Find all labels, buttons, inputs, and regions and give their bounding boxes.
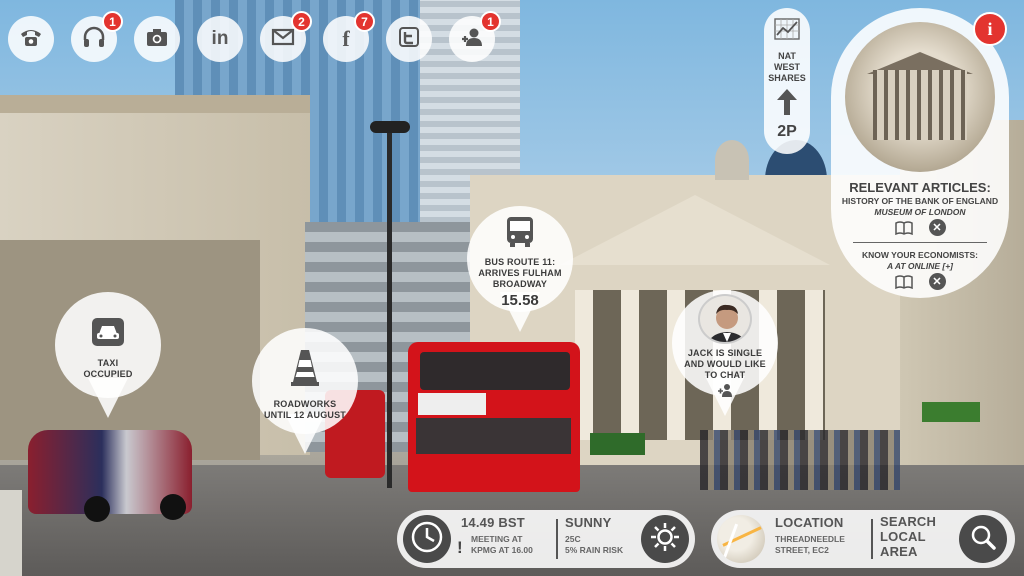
- bollard: [0, 490, 22, 576]
- time-weather-panel: 14.49 BST ! MEETING AT KPMG AT 16.00 SUN…: [397, 510, 695, 568]
- article2-source[interactable]: A AT ONLINE [+]: [831, 261, 1009, 271]
- bus-window: [416, 418, 571, 454]
- notification-badge: 1: [102, 11, 123, 32]
- hedge: [590, 433, 645, 455]
- add-contact-button[interactable]: 1: [449, 11, 501, 62]
- phone-icon: [18, 24, 44, 55]
- chart-icon: [774, 18, 800, 45]
- taxi-line1: TAXI: [97, 357, 119, 368]
- lamp-head: [370, 121, 410, 133]
- traffic-cone-icon: [290, 348, 320, 393]
- mail-button[interactable]: 2: [260, 11, 312, 62]
- phone-button[interactable]: [8, 16, 54, 62]
- linkedin-button[interactable]: in: [197, 16, 243, 62]
- relevant-articles-panel: RELEVANT ARTICLES: HISTORY OF THE BANK O…: [831, 8, 1009, 298]
- roadworks-line2: UNTIL 12 AUGUST: [263, 409, 346, 420]
- contact-pin[interactable]: JACK IS SINGLE AND WOULD LIKE TO CHAT: [672, 290, 778, 418]
- bus-window: [420, 352, 570, 390]
- rain-risk: 5% RAIN RISK: [565, 545, 624, 555]
- taxi-pin[interactable]: TAXI OCCUPIED: [55, 292, 161, 420]
- hedge: [922, 402, 980, 422]
- clock-button[interactable]: [403, 515, 451, 563]
- temperature: 25C: [565, 534, 581, 544]
- taxi-line2: OCCUPIED: [83, 368, 133, 379]
- weather-title: SUNNY: [565, 515, 612, 530]
- camera-button[interactable]: [134, 16, 180, 62]
- info-button[interactable]: i: [973, 12, 1007, 46]
- bus-line3: BROADWAY: [492, 278, 548, 289]
- location-search-panel: LOCATION THREADNEEDLE STREET, EC2 SEARCH…: [711, 510, 1015, 568]
- close-icon[interactable]: ✕: [928, 219, 946, 236]
- bus-line2: ARRIVES FULHAM: [478, 267, 562, 278]
- bus-advert: [418, 393, 486, 415]
- headphones-icon: [81, 24, 107, 55]
- book-icon[interactable]: [894, 219, 913, 237]
- twitter-button[interactable]: [386, 16, 432, 62]
- audio-button[interactable]: 1: [71, 11, 123, 62]
- search-label[interactable]: SEARCH LOCAL AREA: [880, 514, 936, 559]
- close-icon[interactable]: ✕: [928, 273, 946, 290]
- meeting-line1[interactable]: MEETING AT: [471, 534, 522, 545]
- map-thumbnail[interactable]: [717, 515, 765, 563]
- bus-arrival-time: 15.58: [501, 291, 539, 309]
- contact-line1: JACK IS SINGLE: [687, 348, 763, 358]
- search-button[interactable]: [959, 515, 1007, 563]
- add-contact-icon: [459, 24, 485, 55]
- divider: [556, 519, 558, 559]
- roadworks-pin[interactable]: ROADWORKS UNTIL 12 AUGUST: [252, 328, 358, 456]
- sun-icon: [648, 520, 682, 559]
- notification-badge: 2: [291, 11, 312, 32]
- bus-line1: BUS ROUTE 11:: [484, 256, 556, 267]
- search-icon: [966, 520, 1000, 559]
- dome: [715, 140, 749, 180]
- roadworks-line1: ROADWORKS: [273, 398, 337, 409]
- share-value: 2P: [777, 123, 797, 140]
- royal-exchange-engraving: [845, 22, 995, 172]
- up-arrow-icon: [776, 88, 798, 121]
- share-line1: NAT: [778, 51, 796, 61]
- weather-button[interactable]: [641, 515, 689, 563]
- mail-icon: [270, 24, 296, 55]
- contact-line3: TO CHAT: [704, 370, 746, 380]
- article2-actions: ✕: [831, 273, 1009, 291]
- book-icon[interactable]: [894, 273, 913, 291]
- bus-icon: [505, 216, 535, 253]
- article1-source[interactable]: MUSEUM OF LONDON: [831, 207, 1009, 217]
- divider: [853, 242, 987, 243]
- article2-title[interactable]: KNOW YOUR ECONOMISTS:: [831, 250, 1009, 260]
- wheel: [160, 494, 186, 520]
- search-line3: AREA: [880, 544, 918, 559]
- facebook-icon: f: [342, 26, 350, 51]
- pedestrians: [700, 430, 900, 490]
- meeting-line2[interactable]: KPMG AT 16.00: [471, 545, 533, 556]
- search-line2: LOCAL: [880, 529, 926, 544]
- twitter-icon: [396, 24, 422, 55]
- location-title: LOCATION: [775, 515, 844, 530]
- clock-icon: [410, 520, 444, 559]
- search-line1: SEARCH: [880, 514, 937, 529]
- add-contact-icon[interactable]: [717, 383, 733, 402]
- bus-pin[interactable]: BUS ROUTE 11: ARRIVES FULHAM BROADWAY 15…: [467, 206, 573, 334]
- person-avatar: [698, 294, 752, 344]
- facebook-button[interactable]: f 7: [323, 11, 375, 62]
- location-line1: THREADNEEDLE: [775, 534, 845, 544]
- divider: [871, 519, 873, 559]
- camera-icon: [144, 24, 170, 55]
- notification-badge: 7: [354, 11, 375, 32]
- location-line2: STREET, EC2: [775, 545, 829, 555]
- wheel: [84, 496, 110, 522]
- share-line2: WEST: [774, 62, 800, 72]
- notification-badge: 1: [480, 11, 501, 32]
- lamp-post: [387, 128, 392, 488]
- current-time: 14.49 BST: [461, 515, 525, 530]
- contact-line2: AND WOULD LIKE: [684, 359, 766, 369]
- share-line3: SHARES: [768, 73, 806, 83]
- linkedin-icon: in: [211, 28, 229, 49]
- article1-actions: ✕: [831, 219, 1009, 237]
- articles-title: RELEVANT ARTICLES:: [849, 180, 991, 195]
- share-price-widget[interactable]: NAT WEST SHARES 2P: [764, 8, 810, 154]
- alert-icon: !: [457, 538, 463, 557]
- article1-title[interactable]: HISTORY OF THE BANK OF ENGLAND: [831, 196, 1009, 206]
- car-icon: [91, 317, 125, 352]
